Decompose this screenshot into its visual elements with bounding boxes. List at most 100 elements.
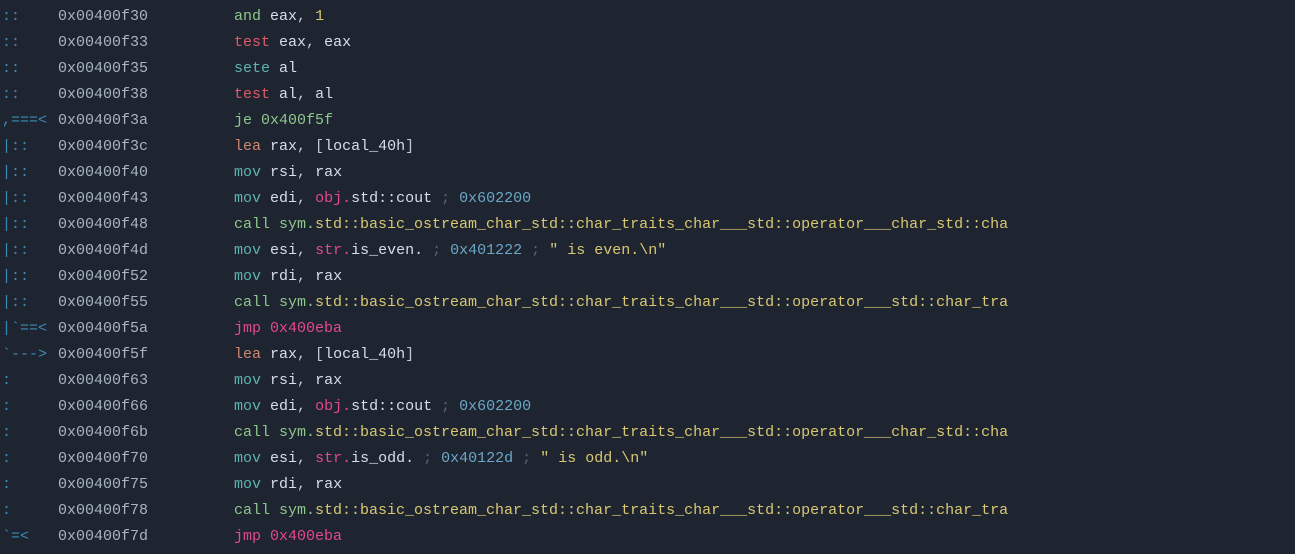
instruction[interactable]: call sym.std::basic_ostream_char_std::ch… xyxy=(234,498,1295,524)
token: rdi xyxy=(270,476,297,493)
address[interactable]: 0x00400f4d xyxy=(58,238,178,264)
instruction[interactable]: mov esi, str.is_odd. ; 0x40122d ; " is o… xyxy=(234,446,1295,472)
token: , xyxy=(297,242,315,259)
flow-arrows: |:: xyxy=(0,134,58,160)
token xyxy=(261,476,270,493)
token: jmp 0x400eba xyxy=(234,320,342,337)
address[interactable]: 0x00400f48 xyxy=(58,212,178,238)
address[interactable]: 0x00400f38 xyxy=(58,82,178,108)
token xyxy=(261,398,270,415)
instruction[interactable]: test al, al xyxy=(234,82,1295,108)
instruction[interactable]: je 0x400f5f xyxy=(234,108,1295,134)
spacer xyxy=(178,82,234,108)
token: call sym. xyxy=(234,502,315,519)
disasm-line[interactable]: ,===<0x00400f3aje 0x400f5f xyxy=(0,108,1295,134)
address[interactable]: 0x00400f3c xyxy=(58,134,178,160)
token: eax xyxy=(324,34,351,51)
spacer xyxy=(178,4,234,30)
disasm-line[interactable]: ::0x00400f30and eax, 1 xyxy=(0,4,1295,30)
address[interactable]: 0x00400f33 xyxy=(58,30,178,56)
instruction[interactable]: call sym.std::basic_ostream_char_std::ch… xyxy=(234,420,1295,446)
instruction[interactable]: call sym.std::basic_ostream_char_std::ch… xyxy=(234,290,1295,316)
address[interactable]: 0x00400f3a xyxy=(58,108,178,134)
address[interactable]: 0x00400f66 xyxy=(58,394,178,420)
token: rax xyxy=(315,268,342,285)
flow-arrows: `=< xyxy=(0,524,58,550)
address[interactable]: 0x00400f35 xyxy=(58,56,178,82)
instruction[interactable]: mov esi, str.is_even. ; 0x401222 ; " is … xyxy=(234,238,1295,264)
disasm-line[interactable]: |::0x00400f43mov edi, obj.std::cout ; 0x… xyxy=(0,186,1295,212)
address[interactable]: 0x00400f78 xyxy=(58,498,178,524)
address[interactable]: 0x00400f5f xyxy=(58,342,178,368)
address[interactable]: 0x00400f30 xyxy=(58,4,178,30)
token xyxy=(261,450,270,467)
token: edi xyxy=(270,190,297,207)
address[interactable]: 0x00400f40 xyxy=(58,160,178,186)
disasm-line[interactable]: :0x00400f78call sym.std::basic_ostream_c… xyxy=(0,498,1295,524)
token: mov xyxy=(234,268,261,285)
disassembly-view[interactable]: ::0x00400f30and eax, 1 ::0x00400f33test … xyxy=(0,4,1295,550)
instruction[interactable]: mov rsi, rax xyxy=(234,368,1295,394)
token: obj. xyxy=(315,190,351,207)
disasm-line[interactable]: :0x00400f70 mov esi, str.is_odd. ; 0x4012… xyxy=(0,446,1295,472)
address[interactable]: 0x00400f6b xyxy=(58,420,178,446)
instruction[interactable]: call sym.std::basic_ostream_char_std::ch… xyxy=(234,212,1295,238)
disasm-line[interactable]: ::0x00400f35 sete al xyxy=(0,56,1295,82)
spacer xyxy=(178,420,234,446)
instruction[interactable]: mov rsi, rax xyxy=(234,160,1295,186)
disasm-line[interactable]: :0x00400f6bcall sym.std::basic_ostream_c… xyxy=(0,420,1295,446)
instruction[interactable]: jmp 0x400eba xyxy=(234,316,1295,342)
address[interactable]: 0x00400f70 xyxy=(58,446,178,472)
disasm-line[interactable]: ::0x00400f33test eax, eax xyxy=(0,30,1295,56)
token: rsi xyxy=(270,164,297,181)
address[interactable]: 0x00400f63 xyxy=(58,368,178,394)
flow-arrows: :: xyxy=(0,56,58,82)
disasm-line[interactable]: |::0x00400f48call sym.std::basic_ostream… xyxy=(0,212,1295,238)
token: sete xyxy=(234,60,270,77)
disasm-line[interactable]: `--->0x00400f5flea rax, [local_40h] xyxy=(0,342,1295,368)
address[interactable]: 0x00400f52 xyxy=(58,264,178,290)
disasm-line[interactable]: |::0x00400f40mov rsi, rax xyxy=(0,160,1295,186)
disasm-line[interactable]: `=<0x00400f7d jmp 0x400eba xyxy=(0,524,1295,550)
token: al xyxy=(315,86,333,103)
token: std::basic_ostream_char_std::char_traits… xyxy=(315,294,1008,311)
address[interactable]: 0x00400f75 xyxy=(58,472,178,498)
token: , xyxy=(297,450,315,467)
disasm-line[interactable]: :0x00400f63mov rsi, rax xyxy=(0,368,1295,394)
token: std::cout xyxy=(351,398,432,415)
disasm-line[interactable]: |::0x00400f55call sym.std::basic_ostream… xyxy=(0,290,1295,316)
disasm-line[interactable]: :0x00400f75mov rdi, rax xyxy=(0,472,1295,498)
disasm-line[interactable]: |::0x00400f52mov rdi, rax xyxy=(0,264,1295,290)
instruction[interactable]: mov edi, obj.std::cout ; 0x602200 xyxy=(234,186,1295,212)
instruction[interactable]: lea rax, [local_40h] xyxy=(234,134,1295,160)
token xyxy=(261,164,270,181)
disasm-line[interactable]: |::0x00400f3c lea rax, [local_40h] xyxy=(0,134,1295,160)
spacer xyxy=(178,316,234,342)
address[interactable]: 0x00400f55 xyxy=(58,290,178,316)
instruction[interactable]: jmp 0x400eba xyxy=(234,524,1295,550)
token: , xyxy=(297,268,315,285)
instruction[interactable]: mov rdi, rax xyxy=(234,264,1295,290)
flow-arrows: : xyxy=(0,446,58,472)
disasm-line[interactable]: :0x00400f66mov edi, obj.std::cout ; 0x60… xyxy=(0,394,1295,420)
disasm-line[interactable]: |`==<0x00400f5ajmp 0x400eba xyxy=(0,316,1295,342)
disasm-line[interactable]: |::0x00400f4d mov esi, str.is_even. ; 0x4… xyxy=(0,238,1295,264)
token xyxy=(414,450,423,467)
token: , xyxy=(297,372,315,389)
token: eax xyxy=(279,34,306,51)
token: je 0x400f5f xyxy=(234,112,333,129)
instruction[interactable]: test eax, eax xyxy=(234,30,1295,56)
instruction[interactable]: and eax, 1 xyxy=(234,4,1295,30)
instruction[interactable]: mov edi, obj.std::cout ; 0x602200 xyxy=(234,394,1295,420)
disasm-line[interactable]: ::0x00400f38test al, al xyxy=(0,82,1295,108)
instruction[interactable]: mov rdi, rax xyxy=(234,472,1295,498)
address[interactable]: 0x00400f5a xyxy=(58,316,178,342)
instruction[interactable]: sete al xyxy=(234,56,1295,82)
token: 0x602200 xyxy=(459,190,531,207)
instruction[interactable]: lea rax, [local_40h] xyxy=(234,342,1295,368)
address[interactable]: 0x00400f7d xyxy=(58,524,178,550)
address[interactable]: 0x00400f43 xyxy=(58,186,178,212)
token: 0x401222 xyxy=(450,242,522,259)
token: " is even.\n" xyxy=(549,242,666,259)
flow-arrows: |:: xyxy=(0,238,58,264)
